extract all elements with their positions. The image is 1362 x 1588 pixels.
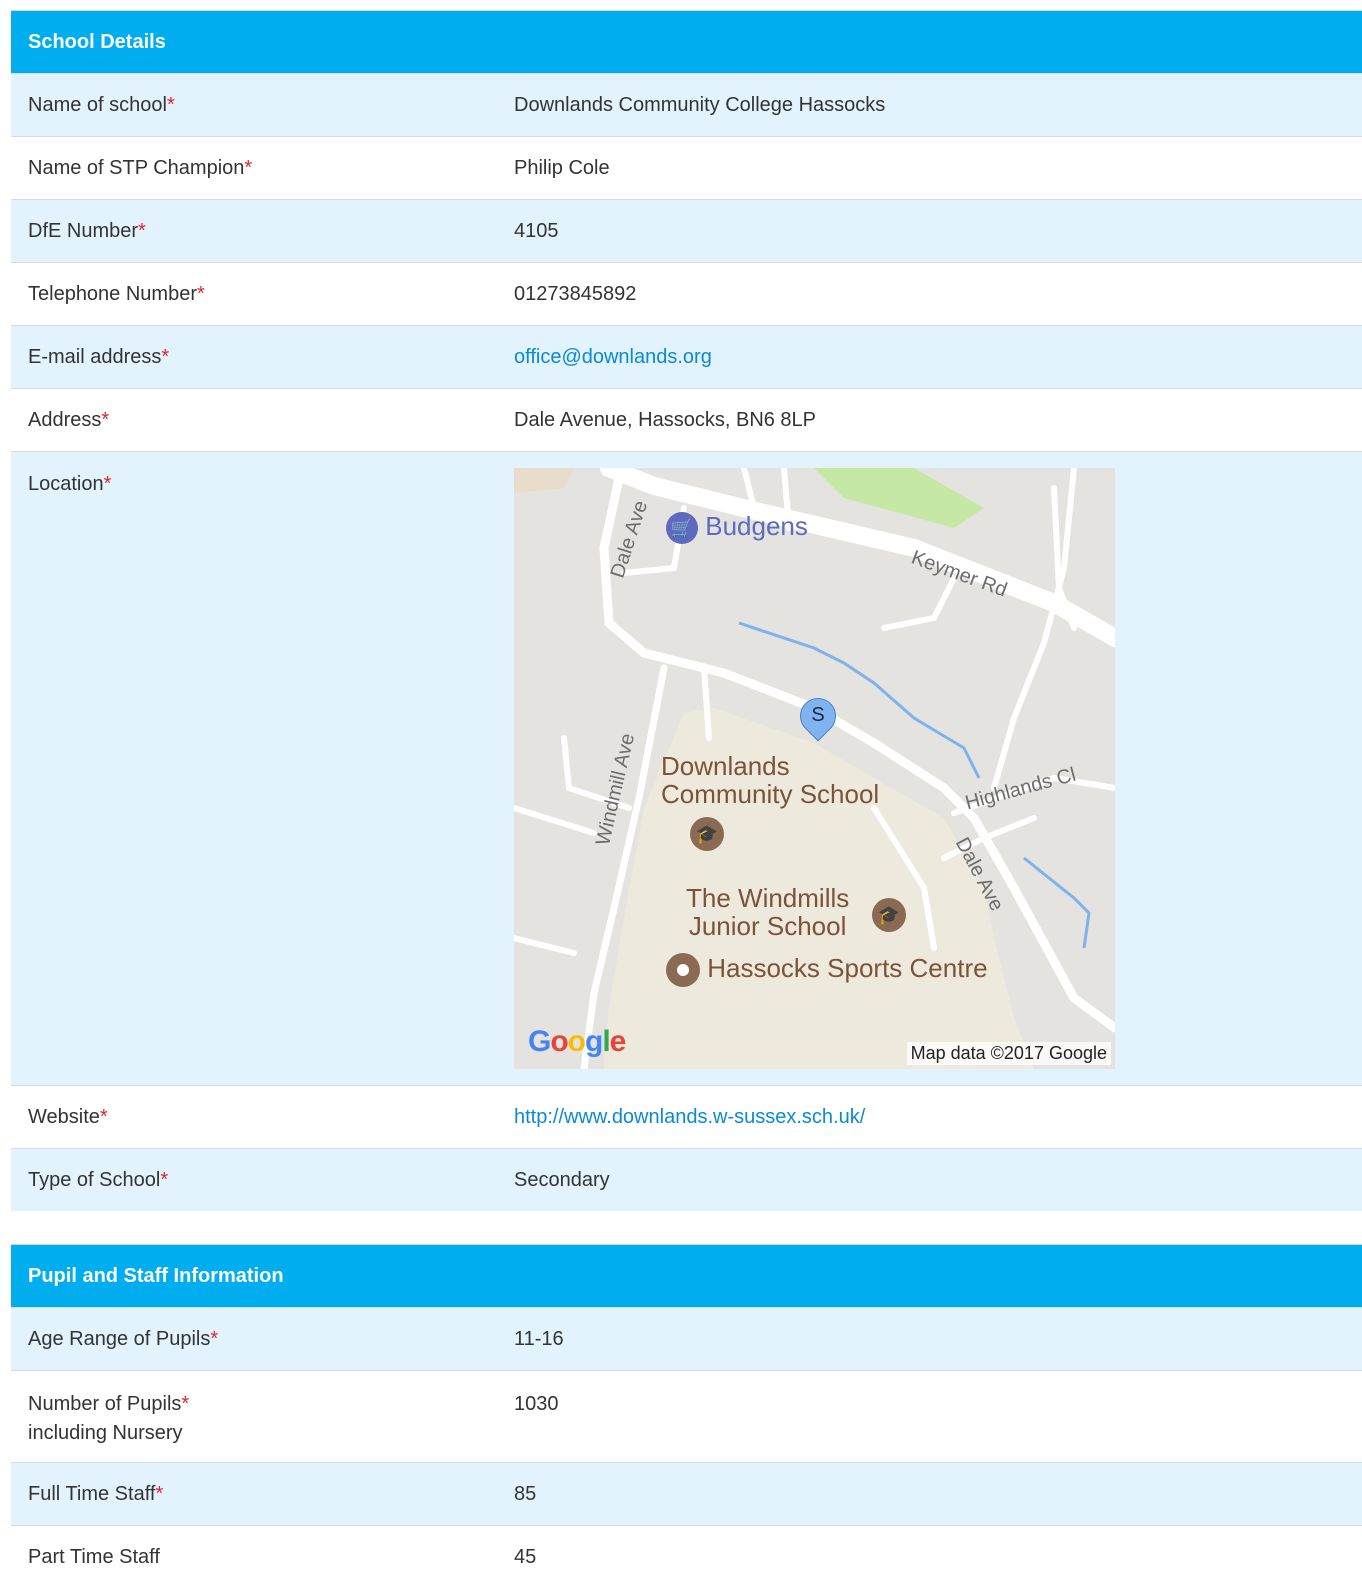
required-marker: * [160,1168,169,1191]
school-icon: 🎓 [690,817,724,851]
required-marker: * [103,473,112,495]
number-of-pupils-value: 1030 [514,1393,559,1415]
email-label: E-mail address* [28,345,170,368]
address-label: Address* [28,408,110,431]
name-of-school-label: Name of school* [28,93,175,116]
place-dot-icon [666,953,700,987]
name-of-school-row: Name of school* Downlands Community Coll… [11,73,1362,136]
email-link[interactable]: office@downlands.org [514,346,712,368]
champion-value: Philip Cole [514,156,610,179]
number-of-pupils-label: Number of Pupils* including Nursery [11,1371,514,1448]
location-label: Location* [28,473,112,495]
map-marker-letter: S [811,704,825,726]
pupil-staff-panel: Pupil and Staff Information Age Range of… [11,1244,1362,1588]
map-credit: Map data ©2017 Google [906,1042,1111,1065]
pupils-sublabel: including Nursery [28,1422,183,1444]
type-of-school-value: Secondary [514,1168,610,1191]
email-row: E-mail address* office@downlands.org [11,325,1362,388]
dfe-number-label: DfE Number* [28,219,146,242]
age-range-row: Age Range of Pupils* 11-16 [11,1307,1362,1370]
address-row: Address* Dale Avenue, Hassocks, BN6 8LP [11,388,1362,451]
website-row: Website* http://www.downlands.w-sussex.s… [11,1085,1362,1148]
required-marker: * [166,93,175,116]
name-of-school-value: Downlands Community College Hassocks [514,93,886,116]
required-marker: * [210,1327,219,1350]
school-details-panel: School Details Name of school* Downlands… [11,10,1362,1211]
full-time-staff-row: Full Time Staff* 85 [11,1462,1362,1525]
address-value: Dale Avenue, Hassocks, BN6 8LP [514,408,817,431]
age-range-label: Age Range of Pupils* [28,1327,219,1350]
age-range-value: 11-16 [514,1327,564,1350]
telephone-row: Telephone Number* 01273845892 [11,262,1362,325]
budgens-poi[interactable]: 🛒 Budgens [666,512,808,545]
sports-centre-poi[interactable]: Hassocks Sports Centre [666,953,988,987]
required-marker: * [99,1105,108,1128]
required-marker: * [138,219,146,242]
full-time-staff-label: Full Time Staff* [28,1482,164,1505]
telephone-value: 01273845892 [514,282,637,305]
required-marker: * [161,345,170,368]
champion-label: Name of STP Champion* [28,156,253,179]
dfe-number-value: 4105 [514,219,559,242]
champion-row: Name of STP Champion* Philip Cole [11,136,1362,199]
dfe-number-row: DfE Number* 4105 [11,199,1362,262]
location-row: Location* 🛒 Budgens Downlands Community … [11,451,1362,1085]
land-area [514,468,574,493]
number-of-pupils-row: Number of Pupils* including Nursery 1030 [11,1370,1362,1462]
park-area [814,468,984,528]
required-marker: * [244,156,253,179]
website-link[interactable]: http://www.downlands.w-sussex.sch.uk/ [514,1106,865,1128]
type-of-school-row: Type of School* Secondary [11,1148,1362,1211]
downlands-school-poi[interactable]: Downlands Community School [661,752,879,808]
required-marker: * [155,1482,164,1505]
shopping-cart-icon: 🛒 [666,512,698,545]
part-time-staff-row: Part Time Staff 45 [11,1525,1362,1588]
website-label: Website* [28,1105,108,1128]
google-logo: Google [528,1025,626,1058]
required-marker: * [197,282,205,305]
required-marker: * [101,408,110,431]
school-icon: 🎓 [872,898,906,932]
telephone-label: Telephone Number* [28,282,205,305]
part-time-staff-value: 45 [514,1545,537,1568]
school-details-heading: School Details [11,11,1362,73]
part-time-staff-label: Part Time Staff [28,1545,160,1568]
windmills-junior-poi[interactable]: The Windmills Junior School [686,884,849,940]
type-of-school-label: Type of School* [28,1168,169,1191]
location-map[interactable]: 🛒 Budgens Downlands Community School 🎓 T… [514,468,1115,1069]
full-time-staff-value: 85 [514,1482,537,1505]
required-marker: * [181,1393,190,1415]
pupil-staff-heading: Pupil and Staff Information [11,1245,1362,1307]
